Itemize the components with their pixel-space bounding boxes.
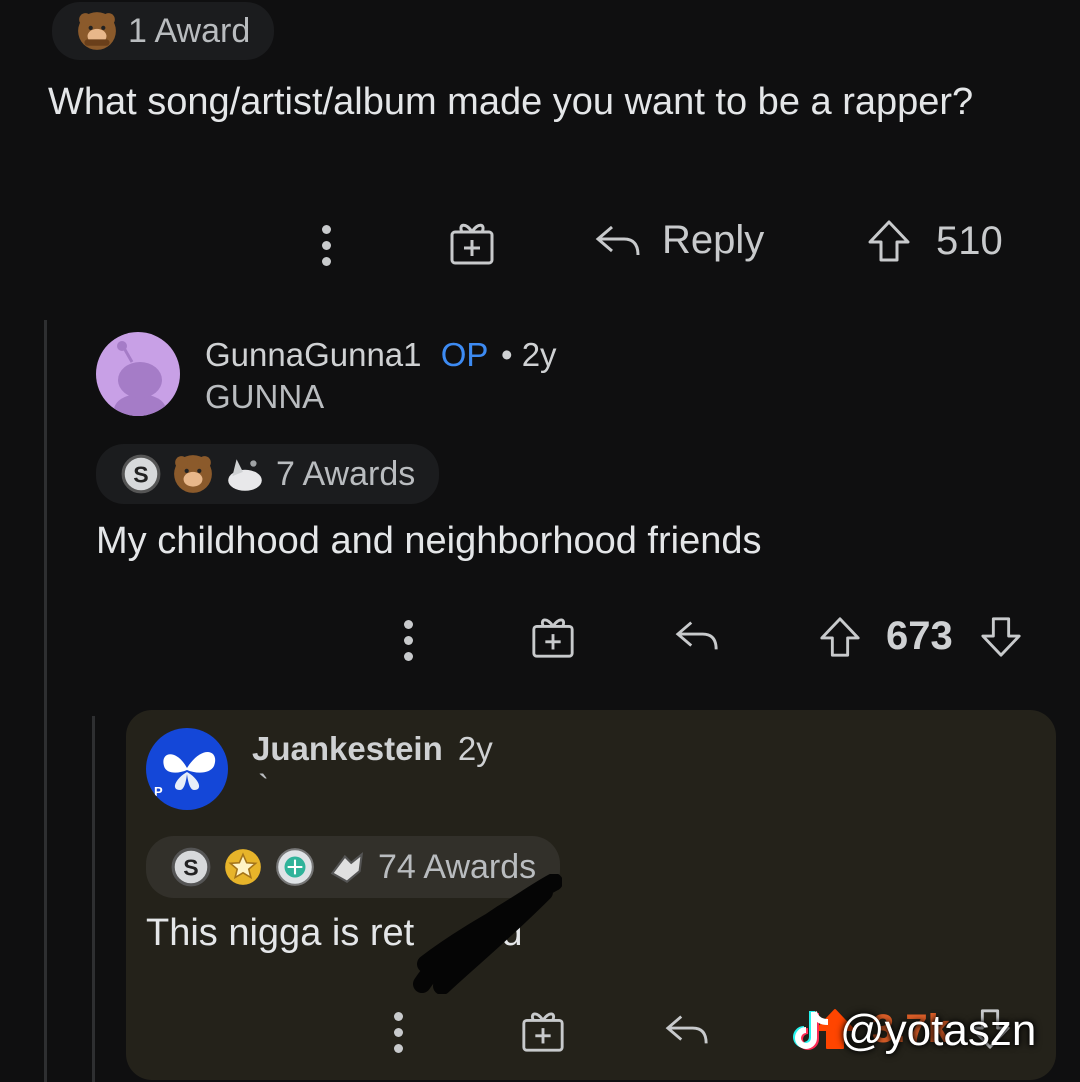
gold-award-icon (225, 849, 261, 885)
comment-vote-group: 673 (818, 614, 1023, 659)
platinum-award-icon (276, 848, 314, 886)
thread-line[interactable] (44, 320, 47, 1082)
bear-award-icon (78, 12, 116, 50)
comment-awards-pill[interactable]: S 7 Awards (96, 444, 440, 504)
post-vote-group: 510 (866, 218, 1003, 264)
comment-age: 2y (457, 730, 493, 767)
post-more-options-icon[interactable] (322, 225, 332, 273)
svg-text:S: S (183, 854, 198, 880)
comment-vote-count: 673 (886, 614, 953, 658)
comment-more-options-icon[interactable] (394, 1012, 404, 1060)
comment-header: GunnaGunna1 OP • 2y (205, 336, 557, 374)
upvote-icon[interactable] (866, 218, 912, 264)
comment-awards-label: 7 Awards (276, 454, 416, 493)
comment-reply-icon[interactable] (664, 1010, 710, 1050)
post-title: What song/artist/album made you want to … (48, 81, 974, 123)
upvote-icon[interactable] (818, 615, 862, 659)
comment-more-options-icon[interactable] (404, 620, 414, 668)
nested-thread-line[interactable] (92, 716, 95, 1082)
avatar[interactable]: P (146, 728, 228, 810)
comment-reply-icon[interactable] (674, 616, 720, 656)
separator: • (500, 336, 513, 373)
username[interactable]: GunnaGunna1 (205, 336, 422, 373)
censor-scribble (413, 874, 562, 994)
tiktok-watermark: @yotaszn (792, 1006, 1036, 1056)
watermark-handle: @yotaszn (840, 1006, 1037, 1055)
user-flair: GUNNA (205, 378, 325, 415)
post-reply-button[interactable]: Reply (594, 218, 764, 263)
post-award-label: 1 Award (128, 11, 251, 50)
post-reply-label: Reply (662, 218, 765, 262)
comment-body: My childhood and neighborhood friends (96, 520, 762, 562)
post-give-award-icon[interactable] (448, 220, 496, 266)
user-flair: ` (258, 768, 269, 805)
helpful-award-icon (330, 851, 364, 883)
comment-give-award-icon[interactable] (530, 614, 576, 660)
comment-header: Juankestein 2y (252, 730, 493, 768)
post-award-pill[interactable]: 1 Award (52, 2, 275, 60)
comment-text-start: This nigga is ret (146, 912, 415, 954)
silver-award-icon: S (121, 454, 161, 494)
downvote-icon[interactable] (979, 615, 1023, 659)
avatar[interactable] (96, 332, 180, 416)
username[interactable]: Juankestein (252, 730, 443, 767)
comment-age: 2y (521, 336, 557, 373)
post-vote-count: 510 (936, 218, 1003, 263)
bear-award-icon (174, 455, 212, 493)
avatar-badge: P (154, 784, 163, 799)
silver-award-icon: S (171, 847, 211, 887)
svg-text:S: S (133, 461, 148, 487)
tiktok-logo-icon (793, 1011, 829, 1050)
comment-give-award-icon[interactable] (520, 1008, 566, 1054)
op-badge: OP (440, 336, 488, 373)
snoo-sleep-award-icon (228, 459, 262, 491)
snoo-avatar-icon (114, 341, 166, 416)
reply-arrow-icon (595, 225, 640, 255)
